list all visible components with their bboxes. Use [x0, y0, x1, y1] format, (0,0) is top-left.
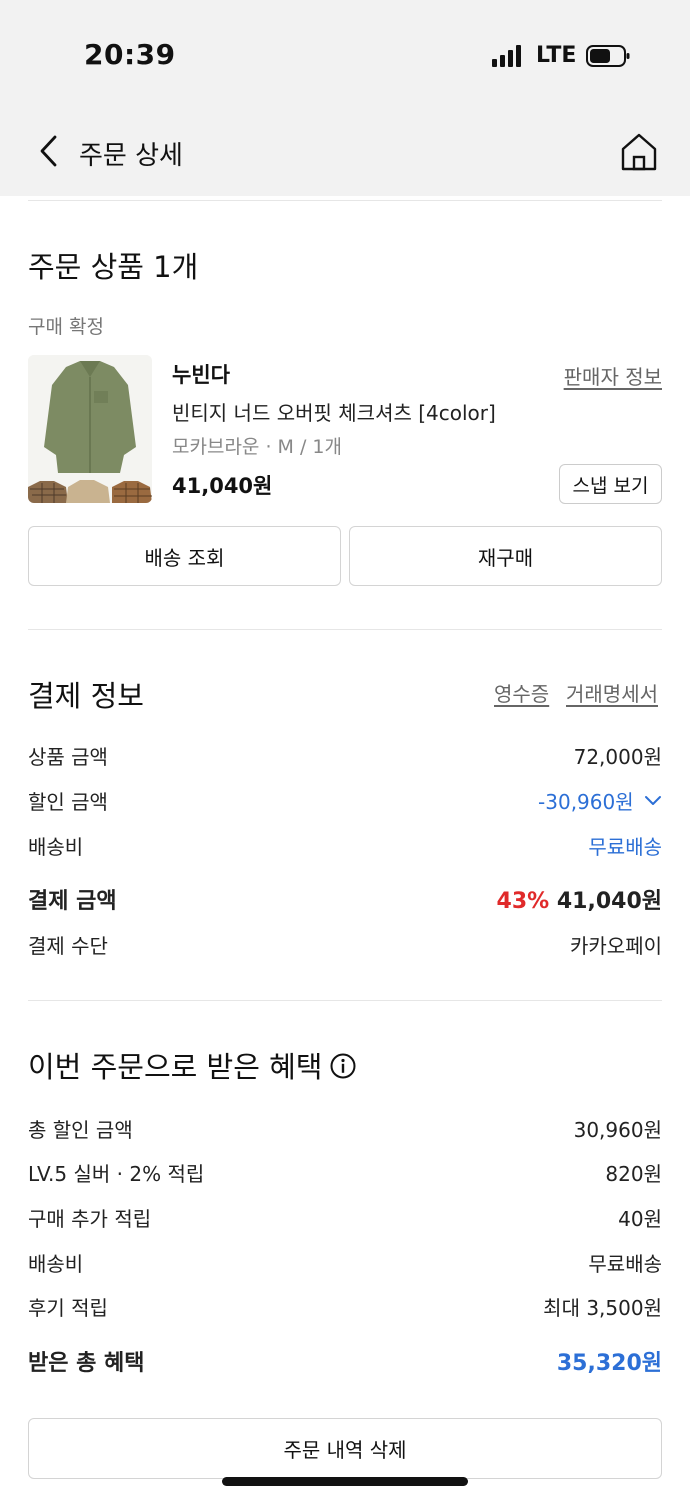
payment-total: 43% 41,040원 [497, 883, 662, 915]
review-reward-label: 후기 적립 [28, 1296, 108, 1320]
section-divider [28, 1000, 662, 1001]
chevron-left-icon[interactable] [36, 134, 62, 168]
info-icon[interactable] [330, 1053, 356, 1079]
home-icon[interactable] [620, 132, 658, 172]
network-type: LTE [536, 43, 577, 68]
benefit-shipping-value: 무료배송 [588, 1252, 662, 1276]
benefit-shipping-label: 배송비 [28, 1252, 84, 1276]
order-items-title: 주문 상품 1개 [28, 250, 199, 284]
snap-view-button[interactable]: 스냅 보기 [559, 464, 662, 504]
extra-reward-label: 구매 추가 적립 [28, 1207, 152, 1231]
top-bar: 20:39 LTE 주문 상세 [0, 0, 690, 196]
section-divider [28, 629, 662, 630]
reorder-button[interactable]: 재구매 [349, 526, 662, 586]
total-benefit-value: 35,320원 [556, 1351, 662, 1376]
extra-reward-value: 40원 [618, 1207, 662, 1231]
shipping-fee-label: 배송비 [28, 835, 84, 859]
product-name[interactable]: 빈티지 너드 오버핏 체크셔츠 [4color] [172, 397, 496, 426]
payment-total-value: 41,040원 [556, 889, 662, 914]
discount-rate: 43% [496, 889, 550, 914]
transaction-statement-link[interactable]: 거래명세서 [566, 678, 658, 707]
home-indicator [222, 1477, 468, 1486]
payment-method-value: 카카오페이 [570, 934, 662, 958]
product-price: 41,040원 [172, 474, 273, 498]
discount-amount-label: 할인 금액 [28, 790, 108, 814]
section-divider [28, 200, 662, 201]
delete-order-button[interactable]: 주문 내역 삭제 [28, 1418, 662, 1479]
battery-icon [586, 45, 630, 67]
discount-amount-value: -30,960원 [538, 790, 634, 814]
product-brand[interactable]: 누빈다 [172, 359, 230, 389]
benefits-header: 이번 주문으로 받은 혜택 [28, 1044, 356, 1086]
receipt-link[interactable]: 영수증 [494, 678, 549, 707]
product-thumbnail[interactable] [28, 355, 152, 503]
seller-info-link[interactable]: 판매자 정보 [564, 361, 662, 390]
total-discount-label: 총 할인 금액 [28, 1118, 133, 1142]
payment-total-label: 결제 금액 [28, 889, 117, 914]
product-amount-label: 상품 금액 [28, 745, 108, 769]
discount-amount-toggle[interactable]: -30,960원 [538, 786, 662, 815]
review-reward-value: 최대 3,500원 [543, 1296, 662, 1320]
product-image [28, 355, 152, 503]
status-time: 20:39 [84, 38, 176, 71]
product-option: 모카브라운 · M / 1개 [172, 436, 342, 458]
membership-reward-value: 820원 [605, 1162, 662, 1186]
cellular-signal-icon [492, 45, 522, 67]
payment-method-label: 결제 수단 [28, 934, 108, 958]
delivery-tracking-button[interactable]: 배송 조회 [28, 526, 341, 586]
benefits-title: 이번 주문으로 받은 혜택 [28, 1050, 323, 1084]
order-status: 구매 확정 [28, 316, 104, 338]
payment-title: 결제 정보 [28, 679, 144, 713]
membership-reward-label: LV.5 실버 · 2% 적립 [28, 1162, 205, 1186]
total-discount-value: 30,960원 [573, 1118, 662, 1142]
chevron-down-icon [645, 796, 661, 805]
total-benefit-label: 받은 총 혜택 [28, 1351, 145, 1376]
shipping-fee-value: 무료배송 [588, 835, 662, 859]
page-title: 주문 상세 [79, 141, 183, 171]
product-amount-value: 72,000원 [573, 745, 662, 769]
